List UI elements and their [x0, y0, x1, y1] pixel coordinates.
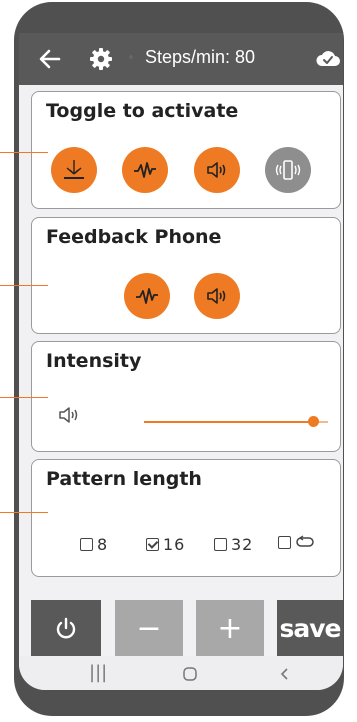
pattern-card: Pattern length 8 16 32	[31, 459, 341, 577]
decrease-button[interactable]: −	[115, 600, 183, 656]
save-label: save	[279, 613, 341, 643]
system-nav-bar: |||	[19, 656, 343, 690]
pattern-option-label: 8	[97, 535, 109, 554]
save-button[interactable]: save	[277, 600, 343, 656]
checkbox-checked[interactable]	[146, 538, 159, 551]
sound-icon	[207, 162, 226, 178]
checkbox[interactable]	[214, 538, 227, 551]
separator-dot	[129, 55, 133, 59]
intensity-card-title: Intensity	[46, 350, 142, 372]
power-button[interactable]	[31, 600, 101, 656]
minus-label: −	[136, 610, 162, 646]
feedback-sound-toggle[interactable]	[194, 273, 240, 319]
phone-vibrate-icon	[275, 160, 301, 180]
home-icon[interactable]	[182, 666, 198, 682]
pattern-card-title: Pattern length	[46, 468, 202, 490]
feedback-card: Feedback Phone	[31, 217, 341, 334]
pattern-option-16[interactable]: 16	[146, 535, 185, 554]
feedback-card-title: Feedback Phone	[46, 226, 222, 248]
pattern-option-8[interactable]: 8	[80, 535, 108, 554]
intensity-slider-knob[interactable]	[307, 416, 319, 427]
step-impact-icon	[64, 160, 84, 179]
sensor-connector-4	[0, 512, 48, 513]
phone-vibrate-toggle[interactable]	[265, 147, 311, 193]
back-arrow-icon[interactable]	[37, 46, 63, 72]
vibration-icon	[136, 288, 158, 304]
recent-apps-icon[interactable]: |||	[89, 662, 107, 683]
increase-button[interactable]: +	[196, 600, 264, 656]
sensor-connector-2	[0, 285, 48, 286]
feedback-vibration-toggle[interactable]	[124, 273, 170, 319]
toggle-card-title: Toggle to activate	[46, 100, 239, 122]
steps-per-minute: Steps/min: 80	[145, 47, 256, 67]
intensity-slider-track[interactable]	[144, 421, 328, 423]
power-icon	[56, 617, 76, 639]
pattern-option-loop[interactable]	[278, 535, 315, 549]
sound-icon	[207, 288, 226, 304]
pattern-option-label: 16	[163, 535, 186, 554]
app-screen: Steps/min: 80 Toggle to activate Feedbac…	[19, 33, 343, 690]
step-impact-toggle[interactable]	[51, 147, 97, 193]
checkbox[interactable]	[80, 538, 93, 551]
intensity-card: Intensity	[31, 341, 341, 452]
cloud-done-icon[interactable]	[315, 47, 341, 69]
top-bar: Steps/min: 80	[19, 33, 343, 85]
toggle-card: Toggle to activate	[31, 91, 341, 209]
pattern-option-32[interactable]: 32	[214, 535, 253, 554]
sound-toggle[interactable]	[194, 147, 240, 193]
vibration-icon	[134, 162, 156, 178]
loop-icon	[296, 535, 314, 547]
vibration-toggle[interactable]	[122, 147, 168, 193]
checkbox[interactable]	[278, 535, 291, 549]
volume-icon	[59, 407, 78, 423]
sensor-connector-3	[0, 397, 48, 398]
sensor-connector-1	[0, 152, 48, 153]
pattern-option-label: 32	[231, 535, 254, 554]
gear-icon[interactable]	[88, 46, 114, 72]
plus-label: +	[217, 610, 243, 646]
back-nav-icon[interactable]	[277, 666, 293, 682]
